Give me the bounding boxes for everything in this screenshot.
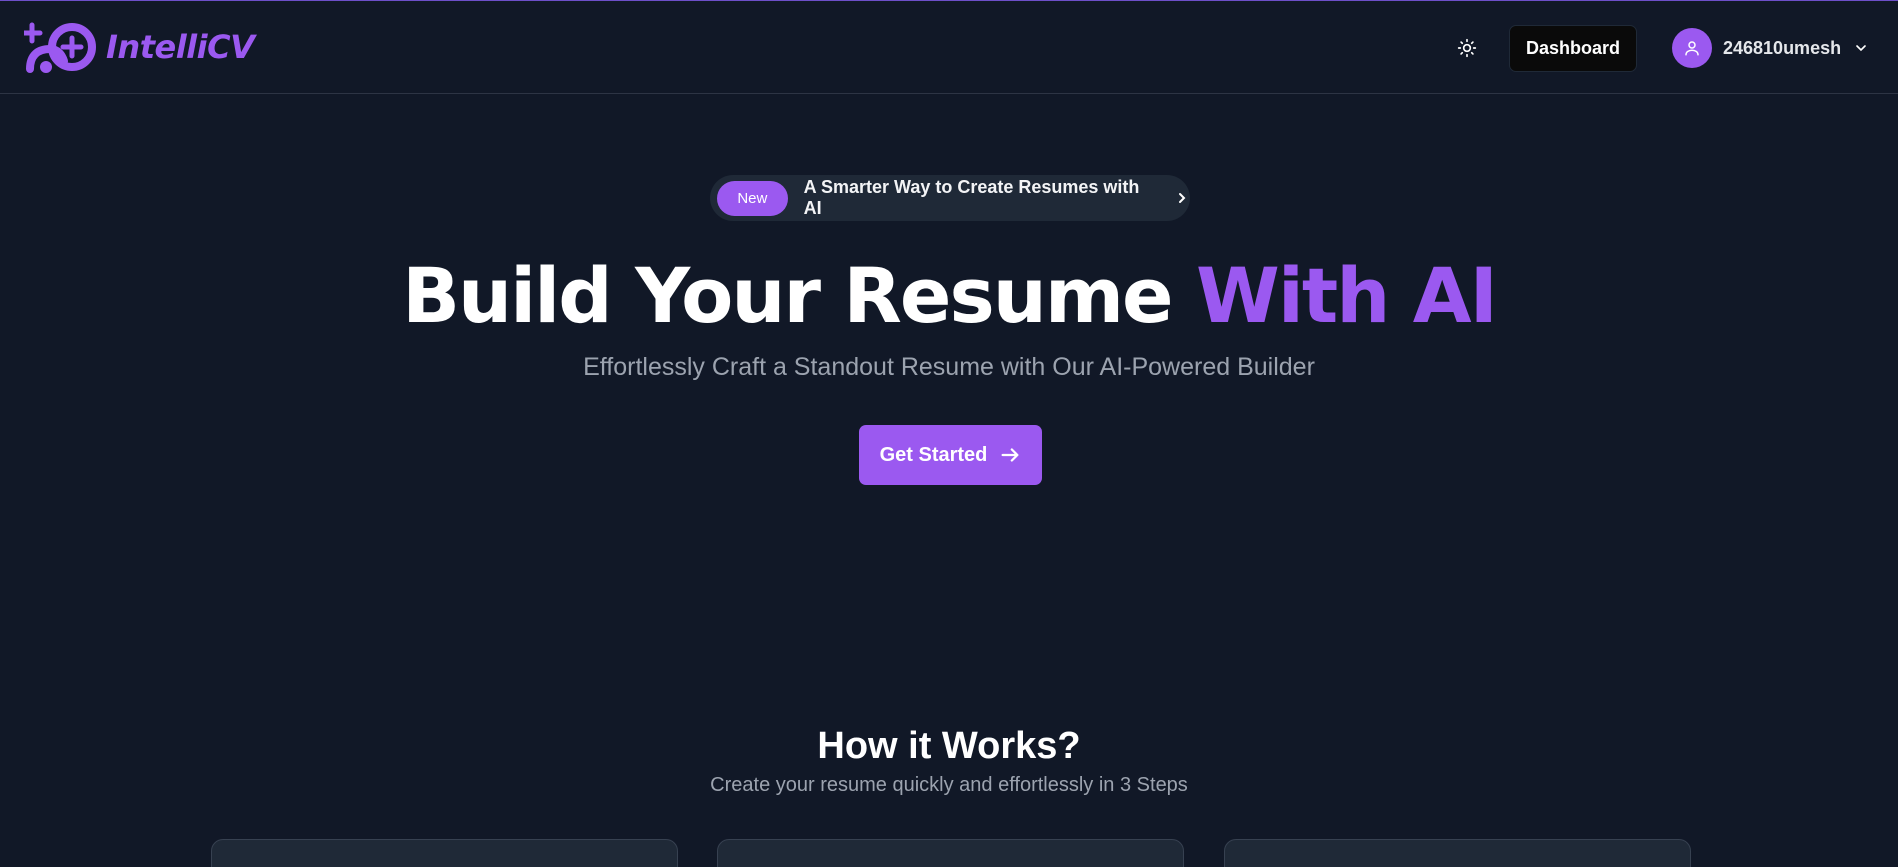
navbar: IntelliCV Dashboard 246810umesh — [0, 1, 1898, 94]
hero-title-main: Build Your Resume — [402, 251, 1173, 340]
how-it-works-title: How it Works? — [817, 725, 1081, 767]
how-it-works-subtitle: Create your resume quickly and effortles… — [710, 774, 1188, 796]
step-card — [211, 839, 678, 867]
get-started-label: Get Started — [879, 443, 988, 466]
arrow-right-icon — [1001, 448, 1019, 462]
get-started-button[interactable]: Get Started — [859, 425, 1042, 485]
hero-title-accent: With AI — [1196, 251, 1498, 340]
hero-subtitle: Effortlessly Craft a Standout Resume wit… — [583, 353, 1315, 381]
announcement-pill[interactable]: New A Smarter Way to Create Resumes with… — [710, 175, 1190, 221]
step-card — [717, 839, 1184, 867]
announcement-text: A Smarter Way to Create Resumes with AI — [803, 177, 1140, 218]
new-badge: New — [717, 180, 788, 216]
chevron-right-icon — [1174, 190, 1190, 206]
avatar[interactable] — [1672, 28, 1712, 68]
step-card — [1224, 839, 1691, 867]
logo-mark-icon — [24, 22, 96, 73]
logo-text: IntelliCV — [106, 28, 255, 66]
user-icon — [1685, 41, 1699, 56]
dashboard-button[interactable]: Dashboard — [1509, 25, 1637, 72]
username[interactable]: 246810umesh — [1723, 38, 1841, 59]
sun-icon — [1457, 38, 1477, 58]
hero-title: Build Your Resume With AI — [0, 250, 1898, 342]
logo[interactable]: IntelliCV — [24, 21, 255, 73]
chevron-down-icon[interactable] — [1853, 40, 1869, 56]
user-menu[interactable]: 246810umesh — [1672, 28, 1869, 68]
theme-toggle-button[interactable] — [1452, 33, 1482, 63]
